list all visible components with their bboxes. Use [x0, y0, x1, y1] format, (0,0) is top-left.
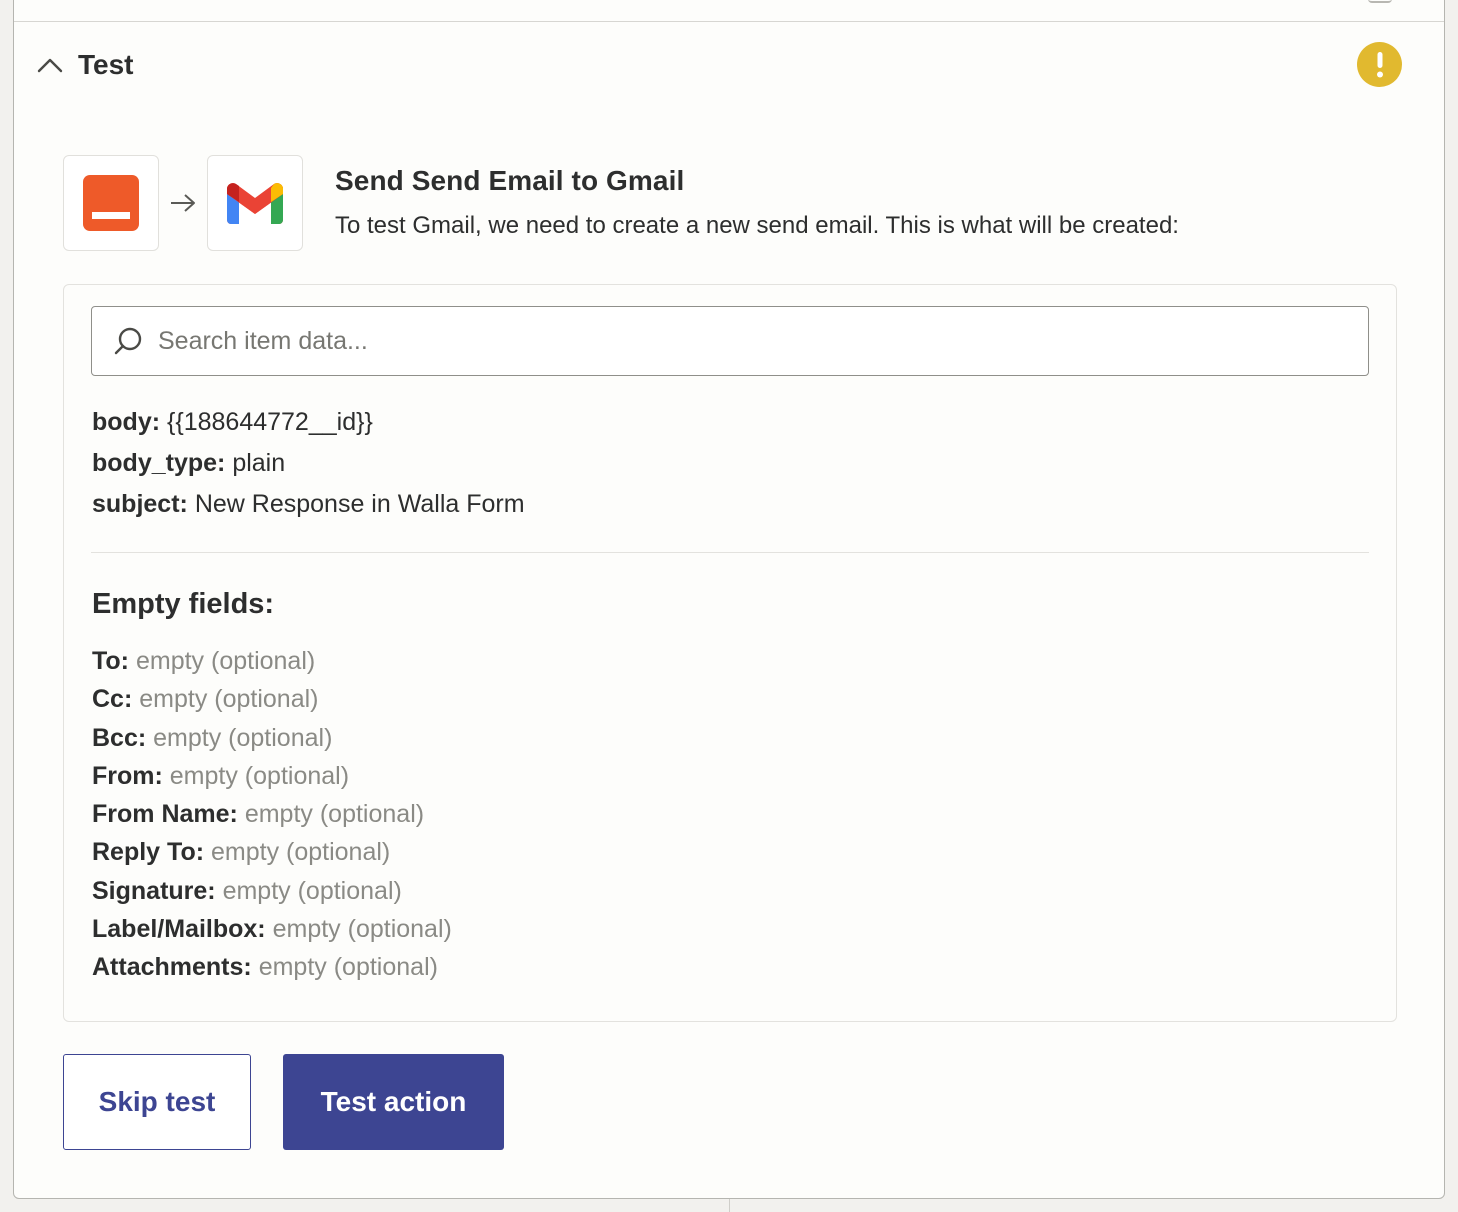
empty-field-row: Signature: empty (optional)	[92, 872, 452, 910]
previous-section-edge	[1368, 0, 1392, 3]
search-input[interactable]	[158, 326, 1368, 356]
arrow-right-icon	[159, 193, 207, 213]
step-description: To test Gmail, we need to create a new s…	[335, 212, 1179, 239]
test-panel: Test Send Send Email to Gmail To test Gm…	[13, 0, 1445, 1199]
section-title: Test	[78, 49, 134, 80]
empty-field-key: Attachments:	[92, 953, 252, 982]
alert-exclamation-icon	[1357, 42, 1402, 87]
empty-fields-heading: Empty fields:	[92, 588, 275, 620]
empty-field-key: Label/Mailbox:	[92, 915, 266, 944]
empty-field-row: From: empty (optional)	[92, 757, 452, 795]
search-box[interactable]	[91, 306, 1369, 376]
empty-field-row: Label/Mailbox: empty (optional)	[92, 910, 452, 948]
empty-field-key: To:	[92, 647, 130, 675]
divider	[91, 552, 1369, 553]
field-key: subject:	[92, 490, 188, 518]
empty-field-value: empty (optional)	[244, 800, 425, 829]
empty-field-row: Bcc: empty (optional)	[92, 719, 452, 757]
empty-field-value: empty (optional)	[258, 953, 438, 982]
empty-field-key: From Name:	[92, 800, 238, 829]
empty-fields-list: To: empty (optional) Cc: empty (optional…	[92, 642, 452, 987]
empty-field-value: empty (optional)	[211, 838, 391, 867]
field-key: body:	[92, 408, 161, 436]
empty-field-row: Attachments: empty (optional)	[92, 948, 452, 986]
empty-field-key: Bcc:	[92, 723, 147, 752]
search-icon	[98, 324, 158, 358]
empty-field-row: To: empty (optional)	[92, 642, 452, 680]
field-value: {{188644772__id}}	[167, 408, 373, 436]
field-value: plain	[232, 449, 286, 477]
app-flow	[63, 155, 303, 251]
empty-field-key: Reply To:	[92, 838, 205, 867]
empty-field-value: empty (optional)	[139, 685, 319, 714]
step-info: Send Send Email to Gmail To test Gmail, …	[335, 165, 1179, 240]
field-list: body: {{188644772__id}} body_type: plain…	[92, 402, 525, 525]
empty-field-value: empty (optional)	[169, 761, 350, 790]
field-value: New Response in Walla Form	[194, 490, 525, 518]
item-data-card: body: {{188644772__id}} body_type: plain…	[63, 284, 1397, 1022]
empty-field-value: empty (optional)	[272, 915, 452, 944]
field-row: body: {{188644772__id}}	[92, 402, 525, 443]
empty-field-key: From:	[92, 761, 163, 790]
empty-field-row: Cc: empty (optional)	[92, 680, 452, 718]
test-action-button[interactable]: Test action	[283, 1054, 504, 1150]
skip-test-button[interactable]: Skip test	[63, 1054, 251, 1150]
empty-field-key: Signature:	[92, 876, 216, 905]
empty-field-value: empty (optional)	[135, 647, 316, 675]
gmail-icon	[207, 155, 303, 251]
top-divider	[14, 21, 1444, 22]
field-key: body_type:	[92, 449, 226, 477]
empty-field-value: empty (optional)	[222, 876, 402, 905]
field-row: body_type: plain	[92, 443, 525, 484]
empty-field-row: Reply To: empty (optional)	[92, 833, 452, 871]
form-app-icon	[63, 155, 159, 251]
empty-field-key: Cc:	[92, 685, 133, 714]
background-divider	[729, 1199, 730, 1212]
chevron-up-icon[interactable]	[36, 51, 64, 79]
empty-field-row: From Name: empty (optional)	[92, 795, 452, 833]
step-title: Send Send Email to Gmail	[335, 165, 685, 196]
empty-field-value: empty (optional)	[153, 723, 333, 752]
field-row: subject: New Response in Walla Form	[92, 484, 525, 525]
section-header[interactable]: Test	[36, 45, 134, 85]
